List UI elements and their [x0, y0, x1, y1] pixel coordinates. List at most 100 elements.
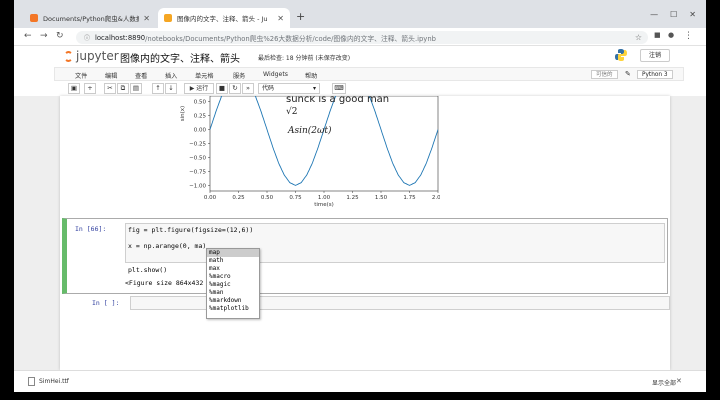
jupyter-logo-text: jupyter [76, 49, 119, 63]
add-cell-icon[interactable]: + [84, 83, 96, 94]
menu-edit[interactable]: 编辑 [105, 71, 117, 80]
notebook-toolbar: ▣ + ✂ ⧉ ▤ ↑ ↓ ▶ 运行 ■ ↻ » 代码 ▾ ⌨ [54, 82, 684, 96]
notebook-title[interactable]: 图像内的文字、注释、箭头 [120, 50, 240, 65]
download-bar: SimHei.ttf 显示全部 ✕ [14, 370, 706, 392]
jupyter-logo[interactable]: jupyter [64, 49, 119, 63]
trusted-indicator[interactable]: 可信的 [591, 70, 618, 79]
info-icon[interactable]: ⓘ [84, 33, 90, 42]
jupyter-favicon-icon [30, 14, 38, 22]
url-host: localhost:8890 [95, 33, 146, 42]
y-axis-label: sin(x) [180, 106, 186, 121]
extension-icon[interactable]: ■ [654, 31, 661, 39]
completion-item[interactable]: math [207, 257, 259, 265]
profile-icon[interactable]: ● [668, 31, 674, 39]
new-tab-button[interactable]: + [296, 10, 305, 23]
code-cell-active[interactable]: In [66]: fig = plt.figure(figsize=(12,6)… [62, 218, 668, 294]
notebook-favicon-icon [164, 14, 172, 22]
reload-icon[interactable]: ↻ [56, 31, 64, 41]
completion-item[interactable]: map [207, 249, 259, 257]
jupyter-header: jupyter 图像内的文字、注释、箭头 最后检查: 18 分钟前 (未保存改变… [14, 46, 706, 66]
y-tick-label: 0.00 [194, 128, 207, 134]
input-prompt: In [ ]: [92, 299, 120, 307]
completion-item[interactable]: %magic [207, 281, 259, 289]
edit-pencil-icon[interactable]: ✎ [625, 70, 631, 78]
plot-frame [209, 96, 439, 192]
tab-documents[interactable]: Documents/Python爬虫&人数据… ✕ [24, 8, 156, 28]
autocomplete-popup[interactable]: map math max %macro %magic %man %markdow… [206, 248, 260, 319]
x-tick-label: 1.50 [375, 195, 388, 201]
move-up-icon[interactable]: ↑ [152, 83, 164, 94]
menu-icon[interactable]: ⋮ [684, 31, 693, 41]
download-item[interactable]: SimHei.ttf [28, 377, 69, 386]
menu-kernel[interactable]: 服务 [233, 71, 245, 80]
bookmark-star-icon[interactable]: ☆ [635, 33, 642, 42]
code-line: x = np.arange(0, ma) [128, 242, 207, 250]
cut-icon[interactable]: ✂ [104, 83, 116, 94]
cell-type-select[interactable]: 代码 ▾ [258, 83, 320, 94]
kernel-indicator[interactable]: Python 3 [637, 70, 673, 79]
close-icon[interactable]: ✕ [277, 14, 284, 23]
menu-cell[interactable]: 单元格 [195, 71, 214, 80]
move-down-icon[interactable]: ↓ [165, 83, 177, 94]
x-tick-label: 1.25 [346, 195, 359, 201]
address-bar[interactable]: ⓘ localhost:8890 /notebooks/Documents/Py… [76, 31, 648, 44]
close-window-icon[interactable]: ✕ [689, 10, 696, 19]
command-palette-icon[interactable]: ⌨ [332, 83, 346, 94]
menu-insert[interactable]: 插入 [165, 71, 177, 80]
save-icon[interactable]: ▣ [68, 83, 80, 94]
paste-icon[interactable]: ▤ [130, 83, 142, 94]
restart-icon[interactable]: ↻ [229, 83, 241, 94]
x-tick-label: 2.00 [432, 195, 440, 201]
sqrt-annotation: √2 [286, 106, 297, 117]
run-button[interactable]: ▶ 运行 [184, 83, 214, 94]
python-logo-icon [615, 49, 627, 61]
close-icon[interactable]: ✕ [143, 14, 150, 23]
menu-file[interactable]: 文件 [75, 71, 87, 80]
copy-icon[interactable]: ⧉ [117, 83, 129, 94]
code-cell-empty[interactable]: In [ ]: [78, 296, 670, 310]
x-tick-label: 0.75 [289, 195, 302, 201]
tab-title: 图像内的文字、注释、箭头 - Ju [177, 15, 268, 23]
input-prompt: In [66]: [75, 225, 107, 233]
checkpoint-status: 最后检查: 18 分钟前 (未保存改变) [258, 55, 351, 62]
navigation-bar: ← → ↻ ⓘ localhost:8890 /notebooks/Docume… [14, 28, 706, 46]
run-label: 运行 [196, 85, 209, 92]
completion-item[interactable]: %markdown [207, 297, 259, 305]
y-tick-label: −0.50 [189, 155, 206, 161]
window-controls: — ☐ ✕ [650, 10, 696, 19]
logout-button[interactable]: 注销 [640, 49, 671, 62]
restart-run-all-icon[interactable]: » [242, 83, 254, 94]
formula-annotation: 𝐴sin(2𝜔𝑡) [287, 125, 332, 136]
annotation-text: sunck is a good man [286, 96, 389, 105]
interrupt-icon[interactable]: ■ [216, 83, 228, 94]
completion-item[interactable]: %matplotlib [207, 305, 259, 313]
menu-help[interactable]: 帮助 [305, 71, 317, 80]
completion-item[interactable]: max [207, 265, 259, 273]
y-tick-label: −0.75 [189, 169, 206, 175]
x-axis-label: time(s) [314, 202, 334, 208]
download-filename: SimHei.ttf [39, 378, 69, 385]
menu-view[interactable]: 查看 [135, 71, 147, 80]
code-line: plt.show() [128, 266, 168, 274]
y-tick-label: 0.25 [194, 114, 207, 120]
y-tick-label: 0.50 [194, 100, 207, 106]
cell-type-value: 代码 [262, 85, 275, 92]
chevron-down-icon: ▾ [312, 85, 316, 92]
back-icon[interactable]: ← [24, 31, 32, 41]
maximize-icon[interactable]: ☐ [670, 10, 677, 19]
forward-icon[interactable]: → [40, 31, 48, 41]
y-tick-label: −0.25 [189, 142, 206, 148]
menu-widgets[interactable]: Widgets [263, 71, 288, 78]
url-path: /notebooks/Documents/Python爬虫%26大数据分析/co… [145, 34, 436, 43]
tab-title: Documents/Python爬虫&人数据… [43, 15, 140, 23]
completion-item[interactable]: %man [207, 289, 259, 297]
completion-item[interactable]: %macro [207, 273, 259, 281]
tab-notebook[interactable]: 图像内的文字、注释、箭头 - Ju ✕ [158, 8, 290, 28]
code-line: fig = plt.figure(figsize=(12,6)) [128, 226, 254, 234]
show-all-button[interactable]: 显示全部 [652, 378, 676, 387]
minimize-icon[interactable]: — [650, 10, 658, 19]
x-tick-label: 0.25 [232, 195, 245, 201]
close-icon[interactable]: ✕ [676, 377, 682, 385]
browser-window: Documents/Python爬虫&人数据… ✕ 图像内的文字、注释、箭头 -… [14, 0, 706, 392]
menu-bar: 文件 编辑 查看 插入 单元格 服务 Widgets 帮助 可信的 ✎ Pyth… [54, 67, 684, 81]
